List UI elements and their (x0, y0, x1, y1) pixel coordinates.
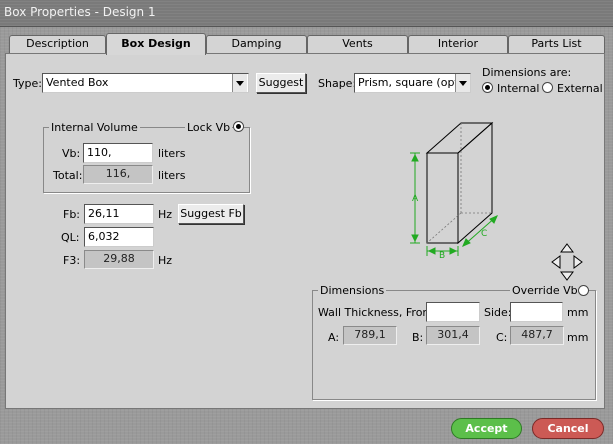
a-value: 789,1 (343, 326, 397, 345)
diagram-label-a: A (412, 194, 419, 204)
override-vb-radio[interactable] (578, 285, 589, 296)
type-dropdown-chevron-icon[interactable] (232, 74, 247, 92)
fb-input[interactable]: 26,11 (84, 204, 154, 224)
suggest-type-button[interactable]: Suggest (256, 73, 306, 93)
b-value: 301,4 (426, 326, 480, 345)
b-label: B: (412, 331, 424, 344)
fb-unit: Hz (158, 208, 173, 221)
a-label: A: (328, 331, 340, 344)
external-radio[interactable] (542, 82, 553, 93)
cancel-button[interactable]: Cancel (532, 418, 604, 439)
suggest-fb-button[interactable]: Suggest Fb (178, 204, 244, 224)
shape-dropdown-chevron-icon[interactable] (455, 74, 470, 92)
side-input[interactable] (510, 302, 563, 322)
vb-unit: liters (158, 147, 186, 160)
c-value: 487,7 (510, 326, 564, 345)
shape-select[interactable]: Prism, square (opt.) (354, 73, 471, 93)
override-vb-label: Override Vb (510, 284, 580, 297)
internal-label: Internal (497, 82, 540, 95)
total-unit: liters (158, 169, 186, 182)
box-diagram: A B C (410, 121, 498, 258)
c-label: C: (496, 331, 508, 344)
ql-label: QL: (61, 231, 80, 244)
lock-vb-radio[interactable] (233, 121, 244, 132)
f3-label: F3: (63, 254, 81, 267)
f3-unit: Hz (158, 254, 173, 267)
shape-value: Prism, square (opt.) (358, 76, 467, 89)
f3-value: 29,88 (84, 250, 154, 269)
internal-volume-title: Internal Volume (49, 121, 140, 134)
tab-interior[interactable]: Interior (408, 35, 508, 53)
type-select[interactable]: Vented Box (42, 73, 249, 93)
type-label: Type: (13, 77, 42, 90)
shape-label: Shape: (318, 77, 357, 90)
type-value: Vented Box (46, 76, 109, 89)
rotate-view-arrows-icon[interactable] (551, 243, 583, 281)
dimensions-title: Dimensions (318, 284, 387, 297)
tab-damping[interactable]: Damping (206, 35, 307, 53)
total-label: Total: (53, 169, 83, 182)
vb-input[interactable]: 110, (83, 143, 153, 163)
fb-label: Fb: (63, 208, 81, 221)
wall-front-input[interactable] (426, 302, 480, 322)
tab-description[interactable]: Description (9, 35, 106, 53)
side-unit: mm (567, 306, 589, 319)
c-unit: mm (567, 331, 589, 344)
diagram-label-c: C (481, 229, 487, 239)
accept-button[interactable]: Accept (451, 418, 522, 439)
ql-input[interactable]: 6,032 (84, 227, 154, 247)
side-label: Side: (484, 306, 512, 319)
total-value: 116, (83, 165, 153, 184)
dimensions-are-label: Dimensions are: (482, 66, 572, 79)
box-top-face (425, 122, 494, 154)
tab-box-design[interactable]: Box Design (106, 33, 206, 55)
vb-label: Vb: (62, 147, 81, 160)
tab-vents[interactable]: Vents (307, 35, 408, 53)
tab-parts-list[interactable]: Parts List (508, 35, 605, 53)
wall-thickness-label: Wall Thickness, Front: (318, 306, 438, 319)
lock-vb-label: Lock Vb (185, 121, 233, 134)
internal-radio[interactable] (482, 82, 493, 93)
window-title: Box Properties - Design 1 (4, 5, 156, 19)
diagram-label-b: B (439, 251, 445, 258)
external-label: External (557, 82, 603, 95)
